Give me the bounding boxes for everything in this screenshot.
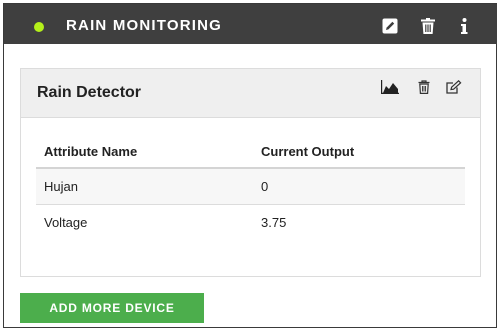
attributes-table: Attribute Name Current Output Hujan 0 Vo…	[36, 135, 465, 240]
device-card: Rain Detector Attribute Name Current Out…	[20, 68, 481, 277]
add-more-device-button[interactable]: ADD MORE DEVICE	[20, 293, 204, 323]
trash-icon[interactable]	[415, 78, 433, 96]
app-header: RAIN MONITORING	[4, 4, 497, 44]
status-indicator-dot	[34, 22, 44, 32]
attribute-name-cell: Voltage	[44, 215, 88, 230]
page-title: RAIN MONITORING	[66, 17, 223, 34]
attribute-name-cell: Hujan	[36, 168, 253, 205]
attribute-value-cell: 0	[253, 168, 465, 205]
table-header-row: Attribute Name Current Output	[36, 135, 465, 169]
edit-icon[interactable]	[381, 17, 399, 35]
column-header: Attribute Name	[36, 135, 253, 169]
column-header: Current Output	[253, 135, 465, 169]
attribute-value-cell: 3.75	[261, 215, 287, 230]
table-row: Voltage 3.75	[36, 205, 465, 241]
trash-icon[interactable]	[419, 17, 437, 35]
edit-icon[interactable]	[445, 78, 463, 96]
area-chart-icon[interactable]	[381, 78, 399, 96]
device-card-header: Rain Detector	[21, 69, 480, 118]
table-row: Hujan 0	[36, 168, 465, 205]
info-icon[interactable]	[455, 17, 473, 35]
device-title: Rain Detector	[37, 84, 142, 101]
